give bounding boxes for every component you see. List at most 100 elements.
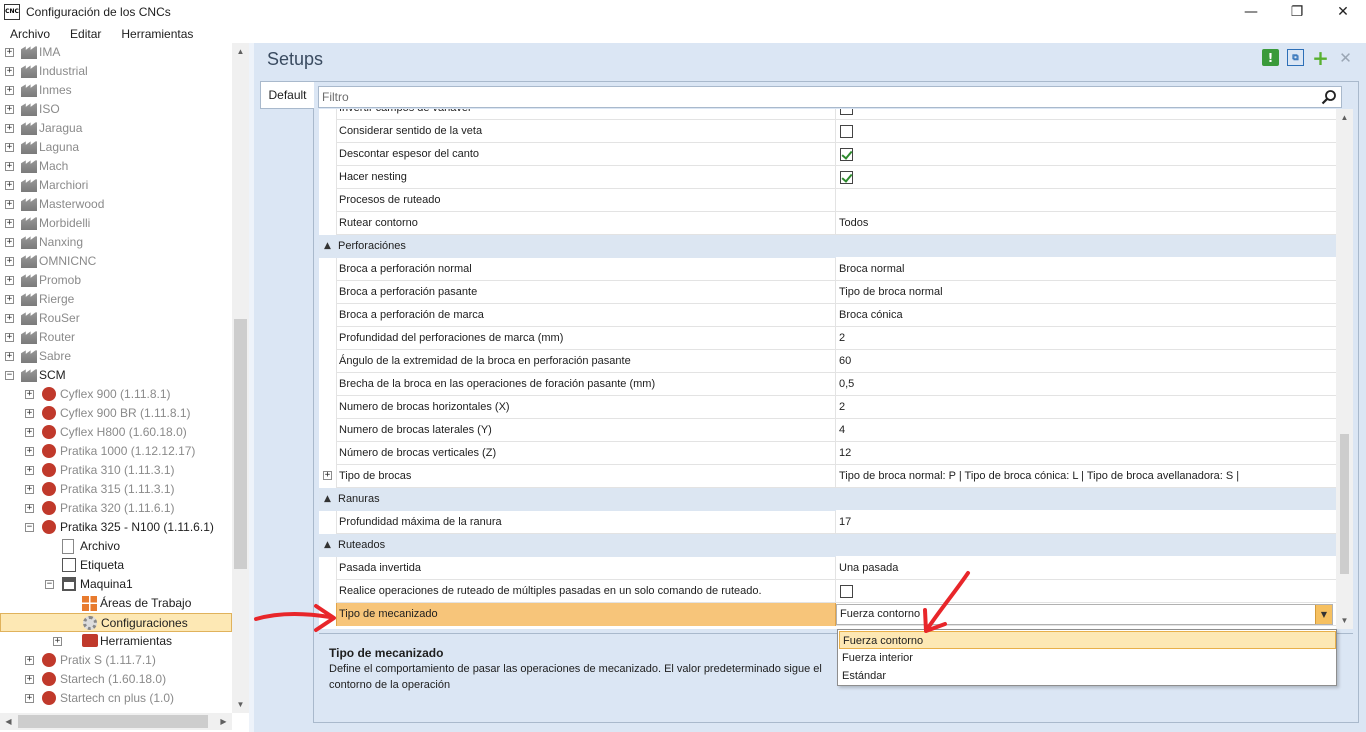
- tree-item-manufacturer[interactable]: + Promob: [0, 271, 232, 290]
- tree-item-manufacturer[interactable]: + Rierge: [0, 290, 232, 309]
- grid-property-row[interactable]: Numero de brocas horizontales (X) 2: [319, 396, 1336, 419]
- tree-vertical-scrollbar[interactable]: ▲ ▼: [232, 43, 249, 713]
- menu-herramientas[interactable]: Herramientas: [111, 27, 203, 41]
- expand-icon[interactable]: +: [25, 656, 34, 665]
- expand-icon[interactable]: +: [5, 162, 14, 171]
- property-value[interactable]: Broca cónica: [836, 304, 1336, 327]
- dropdown-option[interactable]: Fuerza contorno: [839, 631, 1336, 649]
- expand-icon[interactable]: +: [25, 466, 34, 475]
- grid-property-row[interactable]: Pasada invertida Una pasada: [319, 557, 1336, 580]
- tree-item-manufacturer[interactable]: + Morbidelli: [0, 214, 232, 233]
- grid-property-row[interactable]: Rutear contorno Todos: [319, 212, 1336, 235]
- grid-property-row[interactable]: Número de brocas verticales (Z) 12: [319, 442, 1336, 465]
- tree-item-manufacturer[interactable]: + Industrial: [0, 62, 232, 81]
- expand-icon[interactable]: +: [5, 200, 14, 209]
- expand-icon[interactable]: +: [25, 447, 34, 456]
- tree-item-manufacturer[interactable]: + RouSer: [0, 309, 232, 328]
- property-value[interactable]: [836, 189, 1336, 212]
- copy-icon[interactable]: ⧉: [1287, 49, 1304, 66]
- tree-item-manufacturer[interactable]: + Inmes: [0, 81, 232, 100]
- remove-icon[interactable]: ✕: [1337, 49, 1354, 67]
- expand-icon[interactable]: +: [5, 124, 14, 133]
- cnc-tree[interactable]: + IMA + Industrial + Inmes + ISO + Jaragua + Laguna…: [0, 43, 249, 713]
- tree-item-manufacturer[interactable]: + Laguna: [0, 138, 232, 157]
- tree-item-scm[interactable]: − SCM: [0, 366, 232, 385]
- property-value[interactable]: Todos: [836, 212, 1336, 235]
- property-value[interactable]: 2: [836, 327, 1336, 350]
- property-value[interactable]: 17: [836, 511, 1336, 534]
- dropdown-option[interactable]: Estándar: [839, 667, 1336, 685]
- expand-icon[interactable]: +: [5, 238, 14, 247]
- tree-item-etiqueta[interactable]: Etiqueta: [0, 556, 232, 575]
- tree-item-manufacturer[interactable]: + Mach: [0, 157, 232, 176]
- grid-property-row[interactable]: Realice operaciones de ruteado de múltip…: [319, 580, 1336, 603]
- tree-item-machine[interactable]: + Cyflex H800 (1.60.18.0): [0, 423, 232, 442]
- expand-icon[interactable]: +: [53, 637, 62, 646]
- tree-item-pratika-325[interactable]: − Pratika 325 - N100 (1.11.6.1): [0, 518, 232, 537]
- expand-icon[interactable]: +: [25, 428, 34, 437]
- tree-item-manufacturer[interactable]: + Jaragua: [0, 119, 232, 138]
- collapse-category-icon[interactable]: ▲: [324, 494, 331, 504]
- search-icon[interactable]: [1321, 89, 1337, 105]
- grid-property-row[interactable]: Procesos de ruteado: [319, 189, 1336, 212]
- expand-icon[interactable]: +: [323, 471, 332, 480]
- collapse-icon[interactable]: −: [45, 580, 54, 589]
- tree-item-manufacturer[interactable]: + IMA: [0, 43, 232, 62]
- checkbox-unchecked[interactable]: [840, 585, 853, 598]
- expand-icon[interactable]: +: [5, 276, 14, 285]
- grid-property-row[interactable]: Considerar sentido de la veta: [319, 120, 1336, 143]
- grid-property-row[interactable]: Invertir campos de variavel: [319, 109, 1336, 120]
- tab-default[interactable]: Default: [260, 81, 314, 109]
- expand-icon[interactable]: +: [5, 295, 14, 304]
- tree-item-machine[interactable]: + Pratix S (1.11.7.1): [0, 651, 232, 670]
- property-value[interactable]: 60: [836, 350, 1336, 373]
- tree-item-areas-de-trabajo[interactable]: Áreas de Trabajo: [0, 594, 232, 613]
- expand-icon[interactable]: +: [25, 409, 34, 418]
- info-icon[interactable]: !: [1262, 49, 1279, 66]
- grid-category[interactable]: ▲ Perforaciónes: [319, 235, 1336, 258]
- grid-property-row[interactable]: Descontar espesor del canto: [319, 143, 1336, 166]
- tree-item-herramientas[interactable]: + Herramientas: [0, 632, 232, 651]
- collapse-category-icon[interactable]: ▲: [324, 540, 331, 550]
- expand-icon[interactable]: +: [5, 143, 14, 152]
- close-button[interactable]: ✕: [1320, 0, 1366, 24]
- expand-icon[interactable]: +: [5, 48, 14, 57]
- property-value[interactable]: Tipo de broca normal: [836, 281, 1336, 304]
- filter-input[interactable]: Filtro: [318, 86, 1342, 108]
- checkbox-unchecked[interactable]: [840, 125, 853, 138]
- collapse-icon[interactable]: −: [5, 371, 14, 380]
- property-value[interactable]: Broca normal: [836, 258, 1336, 281]
- tree-item-machine[interactable]: + Startech (1.60.18.0): [0, 670, 232, 689]
- dropdown-option[interactable]: Fuerza interior: [839, 649, 1336, 667]
- grid-property-row[interactable]: + Tipo de brocas Tipo de broca normal: P |…: [319, 465, 1336, 488]
- maximize-button[interactable]: ❐: [1274, 0, 1320, 24]
- grid-property-row[interactable]: Brecha de la broca en las operaciones de…: [319, 373, 1336, 396]
- expand-icon[interactable]: +: [5, 352, 14, 361]
- property-value[interactable]: 12: [836, 442, 1336, 465]
- tree-item-manufacturer[interactable]: + ISO: [0, 100, 232, 119]
- tree-item-configuraciones[interactable]: Configuraciones: [0, 613, 232, 632]
- chevron-down-icon[interactable]: ▼: [1315, 605, 1332, 624]
- minimize-button[interactable]: —: [1228, 0, 1274, 24]
- checkbox-checked[interactable]: [840, 171, 853, 184]
- grid-property-row[interactable]: Broca a perforación pasante Tipo de broca…: [319, 281, 1336, 304]
- tree-item-manufacturer[interactable]: + Sabre: [0, 347, 232, 366]
- tipo-mecanizado-select[interactable]: Fuerza contorno ▼: [836, 604, 1333, 625]
- checkbox-unchecked[interactable]: [840, 109, 853, 115]
- tree-item-machine[interactable]: + Pratika 1000 (1.12.12.17): [0, 442, 232, 461]
- menu-archivo[interactable]: Archivo: [0, 27, 60, 41]
- property-value[interactable]: 4: [836, 419, 1336, 442]
- expand-icon[interactable]: +: [25, 390, 34, 399]
- grid-property-row[interactable]: Tipo de mecanizado Fuerza contorno ▼: [319, 603, 1336, 626]
- tipo-mecanizado-dropdown[interactable]: Fuerza contorno Fuerza interior Estándar: [837, 629, 1337, 686]
- expand-icon[interactable]: +: [5, 314, 14, 323]
- scroll-right-arrow-icon[interactable]: ▶: [215, 713, 232, 730]
- expand-icon[interactable]: +: [25, 485, 34, 494]
- tree-item-manufacturer[interactable]: + OMNICNC: [0, 252, 232, 271]
- tree-item-machine[interactable]: + Pratika 310 (1.11.3.1): [0, 461, 232, 480]
- add-icon[interactable]: +: [1312, 46, 1329, 70]
- scroll-down-arrow-icon[interactable]: ▼: [1336, 612, 1353, 629]
- menu-editar[interactable]: Editar: [60, 27, 111, 41]
- expand-icon[interactable]: +: [25, 504, 34, 513]
- expand-icon[interactable]: +: [5, 219, 14, 228]
